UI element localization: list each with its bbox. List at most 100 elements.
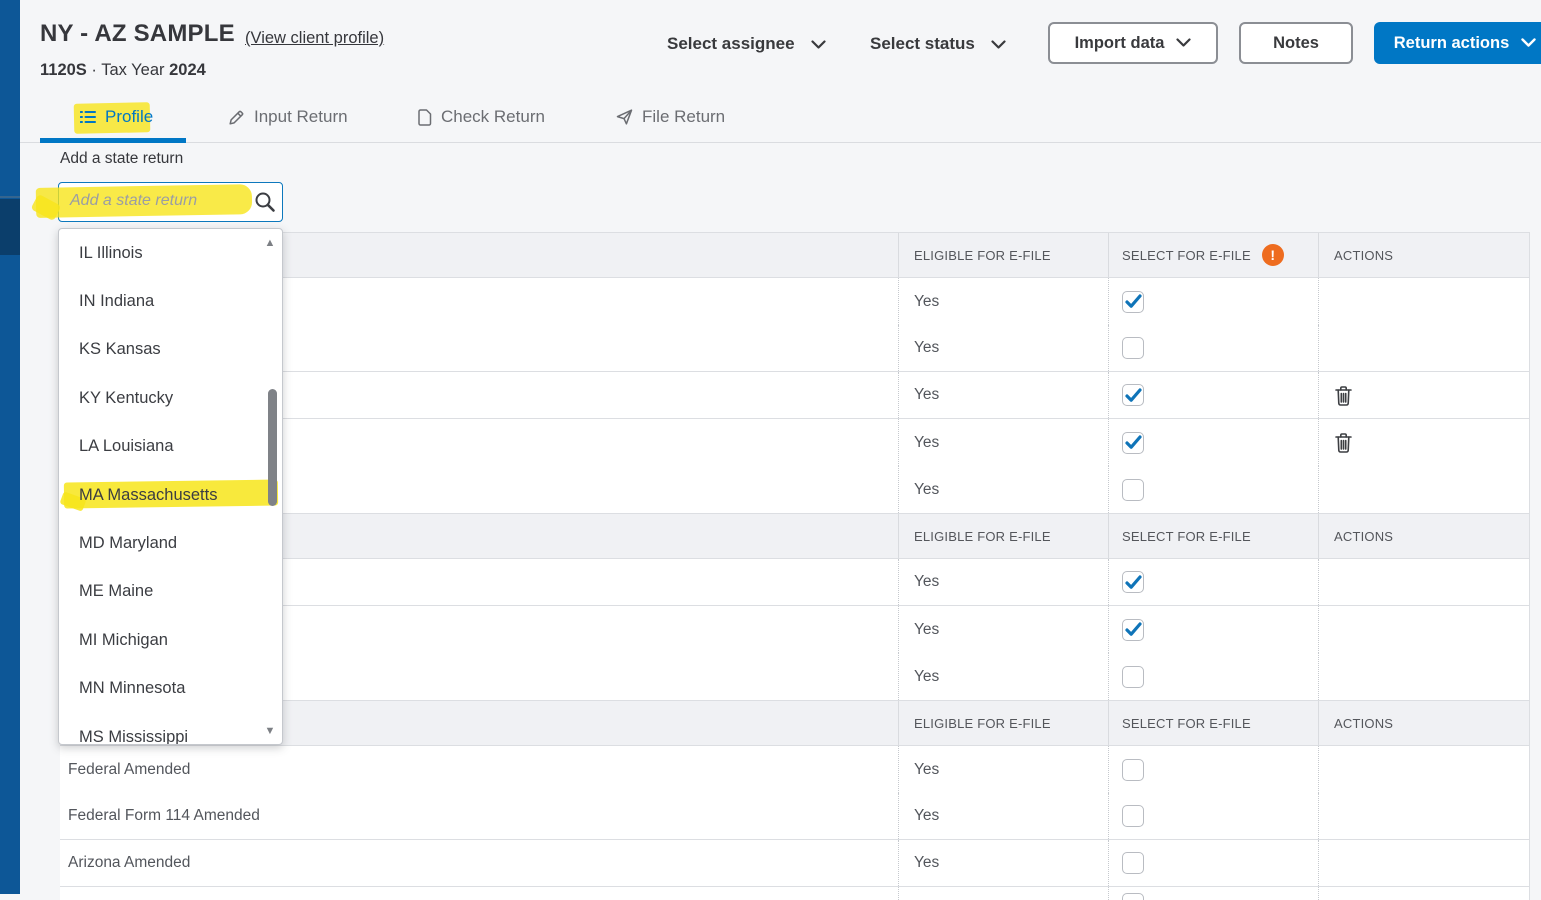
return-name: Federal Amended (68, 760, 191, 778)
tab-file-return-label: File Return (642, 107, 726, 126)
eligible-value: Yes (898, 840, 1108, 886)
delete-return-button[interactable] (1334, 432, 1353, 453)
dropdown-item[interactable]: MD Maryland (59, 519, 282, 567)
return-name: Arizona Amended (68, 854, 191, 871)
dot-separator: · (91, 61, 97, 79)
eligible-value: Yes (898, 325, 1108, 371)
efile-checkbox[interactable] (1122, 758, 1144, 781)
efile-checkbox[interactable] (1122, 384, 1144, 406)
efile-checkbox[interactable] (1122, 893, 1144, 900)
tab-check-return[interactable]: Check Return (418, 107, 545, 127)
select-status-dropdown[interactable]: Select status (870, 32, 1006, 56)
select-status-label: Select status (870, 34, 975, 53)
actions-cell (1318, 840, 1529, 886)
tab-input-return-label: Input Return (254, 107, 348, 126)
dropdown-item-label: KY Kentucky (79, 388, 174, 407)
efile-checkbox[interactable] (1122, 618, 1144, 641)
eligible-value: Yes (898, 419, 1108, 466)
select-cell (1108, 278, 1318, 325)
select-cell (1108, 466, 1318, 513)
select-cell (1108, 419, 1318, 466)
select-assignee-dropdown[interactable]: Select assignee (667, 32, 826, 56)
dropdown-item[interactable]: LA Louisiana (59, 423, 282, 471)
dropdown-item[interactable]: MN Minnesota (59, 665, 282, 713)
actions-cell (1318, 278, 1529, 325)
dropdown-item[interactable]: KS Kansas (59, 326, 282, 374)
scrollbar-thumb[interactable] (268, 389, 277, 506)
efile-checkbox[interactable] (1122, 290, 1144, 313)
header-select-for-efile-label: SELECT FOR E-FILE (1122, 528, 1251, 544)
actions-cell (1318, 606, 1529, 653)
dropdown-item-label: KS Kansas (79, 340, 161, 359)
list-icon (80, 111, 96, 123)
chevron-down-icon (1176, 38, 1192, 47)
add-state-return-label: Add a state return (60, 150, 184, 167)
scroll-up-icon[interactable]: ▲ (263, 237, 277, 249)
return-actions-button[interactable]: Return actions (1374, 22, 1541, 64)
efile-checkbox[interactable] (1122, 852, 1144, 874)
notes-button[interactable]: Notes (1239, 22, 1353, 64)
view-client-profile-link[interactable]: (View client profile) (245, 29, 384, 48)
checkmark-icon (1124, 435, 1142, 449)
efile-checkbox[interactable] (1122, 337, 1144, 359)
efile-checkbox[interactable] (1122, 571, 1144, 593)
chevron-down-icon (991, 40, 1006, 49)
header-select-for-efile: SELECT FOR E-FILE (1108, 514, 1318, 558)
dropdown-item-label: MA Massachusetts (79, 485, 218, 504)
select-cell (1108, 793, 1318, 839)
header-actions: ACTIONS (1318, 233, 1529, 277)
tab-check-return-label: Check Return (441, 107, 545, 126)
eligible-value: Yes (898, 559, 1108, 605)
actions-cell (1318, 325, 1529, 371)
dropdown-item-label: LA Louisiana (79, 437, 174, 456)
tab-input-return[interactable]: Input Return (228, 107, 348, 127)
left-nav-rail[interactable] (0, 0, 20, 894)
eligible-value: Yes (898, 746, 1108, 793)
import-data-button[interactable]: Import data (1048, 22, 1218, 64)
warning-icon[interactable]: ! (1261, 244, 1284, 266)
dropdown-item[interactable]: ME Maine (59, 568, 282, 616)
document-icon (418, 108, 432, 126)
select-assignee-label: Select assignee (667, 34, 795, 53)
efile-checkbox[interactable] (1122, 478, 1144, 501)
eligible-value: Yes (898, 278, 1108, 325)
dropdown-item[interactable]: MI Michigan (59, 616, 282, 664)
dropdown-item[interactable]: KY Kentucky (59, 374, 282, 422)
tab-bar-divider (20, 142, 1541, 143)
checkmark-icon (1124, 622, 1142, 636)
dropdown-item[interactable]: MA Massachusetts (59, 471, 282, 519)
scroll-down-icon[interactable]: ▼ (263, 725, 277, 737)
select-cell (1108, 372, 1318, 418)
rail-active-segment[interactable] (0, 199, 20, 255)
eligible-value: Yes (898, 653, 1108, 700)
return-type: 1120S (40, 61, 87, 79)
header-actions: ACTIONS (1318, 701, 1529, 745)
dropdown-item[interactable]: MS Mississippi (59, 713, 282, 744)
header-select-for-efile: SELECT FOR E-FILE (1108, 701, 1318, 745)
dropdown-item[interactable]: IL Illinois (59, 229, 282, 277)
efile-checkbox[interactable] (1122, 665, 1144, 688)
table-row: Arizona Amended Yes (60, 840, 1529, 887)
eligible-value: Yes (898, 606, 1108, 653)
delete-return-button[interactable] (1334, 385, 1353, 406)
actions-cell (1318, 419, 1529, 466)
select-cell (1108, 606, 1318, 653)
tax-year-label: Tax Year (101, 61, 165, 79)
efile-checkbox[interactable] (1122, 431, 1144, 454)
dropdown-item[interactable]: IN Indiana (59, 277, 282, 325)
header-eligible-for-efile: ELIGIBLE FOR E-FILE (898, 514, 1108, 558)
client-name: NY - AZ SAMPLE (40, 20, 235, 47)
dropdown-item-label: MI Michigan (79, 630, 168, 649)
efile-checkbox[interactable] (1122, 805, 1144, 827)
header-select-for-efile-label: SELECT FOR E-FILE (1122, 715, 1251, 731)
dropdown-item-label: IL Illinois (79, 243, 143, 262)
eligible-value: Yes (898, 793, 1108, 839)
header-select-for-efile: SELECT FOR E-FILE! (1108, 233, 1318, 277)
rail-divider (0, 196, 20, 198)
checkmark-icon (1124, 387, 1142, 402)
trash-icon (1335, 385, 1352, 406)
chevron-down-icon (1521, 38, 1536, 47)
eligible-value: Yes (898, 466, 1108, 513)
tab-file-return[interactable]: File Return (616, 107, 725, 127)
tab-profile[interactable]: Profile (80, 107, 153, 127)
